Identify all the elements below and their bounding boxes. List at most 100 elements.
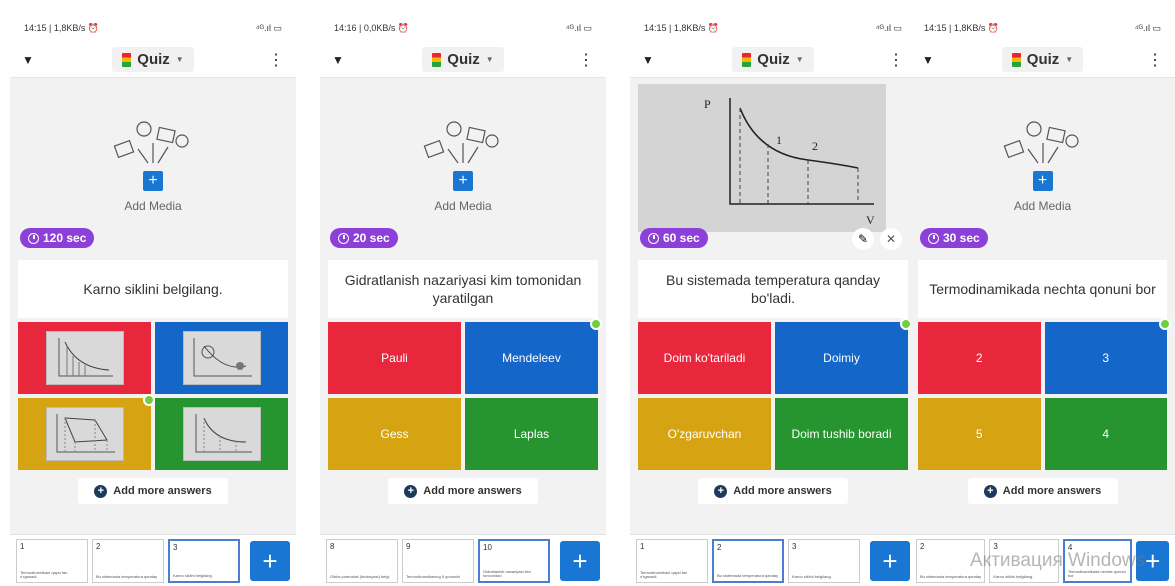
question-text[interactable]: Gidratlanish nazariyasi kim tomonidan ya…: [328, 260, 598, 318]
point-2-label: 2: [812, 139, 818, 153]
question-text[interactable]: Karno siklini belgilang.: [18, 260, 288, 318]
edit-pencil-icon[interactable]: ✎: [852, 228, 874, 250]
add-slide-button[interactable]: +: [250, 540, 290, 581]
add-media-plus-button[interactable]: +: [1032, 171, 1053, 191]
correct-answer-check-icon[interactable]: [1159, 318, 1171, 330]
answer-option-4[interactable]: Laplas: [465, 398, 598, 470]
app-bar: ▼ Quiz ▼ ⋮: [320, 42, 606, 78]
timer-badge[interactable]: 120 sec: [20, 228, 95, 248]
status-bar: 14:16 | 0,0KB/s ⏰ ⁴ᴳ.ıl ▭: [320, 14, 606, 42]
add-more-answers-button[interactable]: + Add more answers: [698, 478, 848, 504]
add-media-plus-button[interactable]: +: [143, 171, 163, 191]
quiz-title-dropdown[interactable]: Quiz ▼: [422, 47, 504, 72]
question-image-area[interactable]: P 1 2 V ✎ ✕ 60 sec: [630, 78, 916, 254]
signal-battery-icon: ⁴ᴳ.ıl ▭: [255, 22, 282, 33]
chevron-down-icon[interactable]: ▼: [642, 53, 658, 67]
clock-icon: [28, 232, 39, 244]
answer-option-2[interactable]: 3: [1044, 318, 1171, 394]
slide-thumbnail[interactable]: 9 Termodinamikaning II qonunini: [402, 538, 474, 583]
answer-option-1[interactable]: [18, 322, 151, 394]
timer-badge[interactable]: 30 sec: [920, 228, 988, 248]
slide-thumbnail[interactable]: 8 Gibbs potensiali (funksiyasi) belgi: [326, 538, 398, 583]
slide-caption: Bu sistemada temperatura qanday: [96, 574, 158, 580]
slide-thumbnail[interactable]: 1 Termodinamikani qaysi fan o'rganadi.: [16, 538, 88, 583]
add-media-area[interactable]: + Add Media 30 sec: [910, 78, 1175, 254]
caret-down-icon: ▼: [175, 55, 184, 64]
answer-option-2[interactable]: Mendeleev: [465, 318, 602, 394]
add-media-label: Add Media: [1013, 199, 1072, 213]
correct-answer-check-icon[interactable]: [143, 394, 155, 406]
quiz-title-dropdown[interactable]: Quiz ▼: [112, 47, 194, 72]
quiz-title-dropdown[interactable]: Quiz ▼: [732, 47, 814, 72]
answer-option-1[interactable]: Doim ko'tariladi: [638, 322, 771, 394]
more-options-icon[interactable]: ⋮: [268, 50, 284, 70]
answer-option-3[interactable]: Gess: [328, 398, 461, 470]
question-text[interactable]: Bu sistemada temperatura qanday bo'ladi.: [638, 260, 908, 318]
answer-option-2[interactable]: Doimiy: [775, 318, 912, 394]
more-options-icon[interactable]: ⋮: [578, 50, 594, 70]
answer-option-4[interactable]: Doim tushib boradi: [775, 398, 908, 470]
question-text[interactable]: Termodinamikada nechta qonuni bor: [918, 260, 1167, 318]
slide-caption: Termodinamikani qaysi fan o'rganadi.: [20, 569, 68, 580]
phone-screen-4: 14:15 | 1,8KB/s ⏰ ⁴ᴳ.ıl ▭ ▼ Quiz ▼ ⋮ + A…: [910, 14, 1175, 586]
timer-badge[interactable]: 20 sec: [330, 228, 398, 248]
add-more-answers-button[interactable]: + Add more answers: [78, 478, 228, 504]
add-more-answers-button[interactable]: + Add more answers: [388, 478, 538, 504]
add-media-area[interactable]: + Add Media 20 sec: [320, 78, 606, 254]
close-icon[interactable]: ✕: [880, 228, 902, 250]
quiz-title: Quiz: [447, 51, 480, 68]
answer-option-4[interactable]: [155, 398, 288, 470]
slide-thumbnail-active[interactable]: 2 Bu sistemada temperatura qanday: [712, 538, 784, 583]
slide-thumbnail[interactable]: 1 Termodinamikani qaysi fan o'rganadi.: [636, 538, 708, 583]
status-time: 14:15 | 1,8KB/s ⏰: [924, 22, 1000, 33]
add-media-plus-button[interactable]: +: [453, 171, 473, 191]
more-options-icon[interactable]: ⋮: [1147, 50, 1163, 70]
point-1-label: 1: [776, 133, 782, 147]
timer-value: 20 sec: [353, 231, 390, 245]
screenshot-collage: 14:15 | 1,8KB/s ⏰ ⁴ᴳ.ıl ▭ ▼ Quiz ▼ ⋮ + A…: [0, 0, 1175, 586]
caret-down-icon: ▼: [485, 55, 494, 64]
answer-text: 3: [1102, 351, 1110, 365]
add-more-label: Add more answers: [423, 485, 522, 497]
clock-icon: [928, 232, 939, 244]
slide-thumbnail[interactable]: 3 Karno siklini belgilang.: [788, 538, 860, 583]
slide-caption: Gibbs potensiali (funksiyasi) belgi: [330, 574, 390, 580]
plus-circle-icon: +: [983, 484, 997, 498]
app-bar: ▼ Quiz ▼ ⋮: [10, 42, 296, 78]
quiz-book-icon: [122, 52, 132, 67]
slide-number: 10: [483, 542, 492, 552]
answer-text: Doimiy: [823, 351, 860, 365]
answer-option-4[interactable]: 4: [1044, 398, 1167, 470]
timer-badge[interactable]: 60 sec: [640, 228, 708, 248]
add-slide-button[interactable]: +: [560, 540, 600, 581]
answer-option-1[interactable]: 2: [918, 322, 1041, 394]
add-media-label: Add Media: [434, 199, 492, 213]
chevron-down-icon[interactable]: ▼: [22, 53, 38, 67]
slide-thumbnail-active[interactable]: 10 Gidratlanish nazariyasi kim tomonidan: [478, 538, 550, 583]
chevron-down-icon[interactable]: ▼: [922, 53, 938, 67]
add-slide-button[interactable]: +: [870, 540, 910, 581]
correct-answer-check-icon[interactable]: [590, 318, 602, 330]
answer-option-3[interactable]: O'zgaruvchan: [638, 398, 771, 470]
more-options-icon[interactable]: ⋮: [888, 50, 904, 70]
answer-option-2[interactable]: [155, 322, 288, 394]
answer-grid: 2 3 5 4: [918, 318, 1171, 470]
plus-circle-icon: +: [94, 484, 108, 498]
slide-number: 1: [640, 541, 645, 551]
slide-thumbnail[interactable]: 2 Bu sistemada temperatura qanday: [92, 538, 164, 583]
slide-thumbnail-active[interactable]: 3 Karno siklini belgilang.: [168, 538, 240, 583]
answer-option-3[interactable]: [18, 394, 155, 470]
add-more-label: Add more answers: [113, 485, 212, 497]
add-more-answers-button[interactable]: + Add more answers: [967, 478, 1118, 504]
slide-number: 9: [406, 541, 411, 551]
answer-option-1[interactable]: Pauli: [328, 322, 461, 394]
slide-strip: 1 Termodinamikani qaysi fan o'rganadi. 2 B…: [10, 534, 296, 586]
answer-option-3[interactable]: 5: [918, 398, 1041, 470]
axis-v-label: V: [866, 213, 875, 227]
chevron-down-icon[interactable]: ▼: [332, 53, 348, 67]
slide-caption: Termodinamikaning II qonunini: [406, 574, 461, 580]
slide-caption: Karno siklini belgilang.: [993, 574, 1034, 580]
add-media-area[interactable]: + Add Media 120 sec: [10, 78, 296, 254]
plus-circle-icon: +: [404, 484, 418, 498]
quiz-title-dropdown[interactable]: Quiz ▼: [1001, 47, 1084, 72]
